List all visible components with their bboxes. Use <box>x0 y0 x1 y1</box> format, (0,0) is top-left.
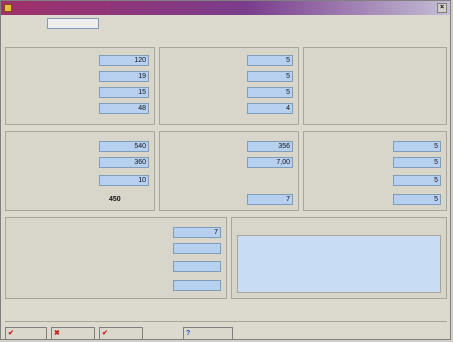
p4-field-3[interactable]: 10 <box>99 175 149 186</box>
observations-textarea[interactable] <box>237 235 441 293</box>
accept-button[interactable]: ✔ <box>99 327 143 340</box>
help-icon: ? <box>186 330 191 337</box>
p7-field-4[interactable] <box>173 280 221 291</box>
p6-field-4[interactable]: 5 <box>393 194 441 205</box>
close-icon[interactable]: × <box>437 3 447 13</box>
p1-field-1[interactable]: 120 <box>99 55 149 66</box>
cross-icon: ✖ <box>54 330 60 337</box>
footer-divider <box>5 321 447 322</box>
title-bar[interactable]: × <box>1 1 450 15</box>
p2-field-3[interactable]: 5 <box>247 87 293 98</box>
p7-field-3[interactable] <box>173 261 221 272</box>
p2-field-4[interactable]: 4 <box>247 103 293 114</box>
p1-field-4[interactable]: 48 <box>99 103 149 114</box>
save-button[interactable]: ✔ <box>5 327 47 340</box>
header-field[interactable] <box>47 18 99 29</box>
p6-field-3[interactable]: 5 <box>393 175 441 186</box>
panel-3 <box>303 47 447 125</box>
p7-field-2[interactable] <box>173 243 221 254</box>
check-icon: ✔ <box>102 330 108 337</box>
editor-window: × 120 19 15 48 5 5 5 4 540 360 10 450 35… <box>0 0 451 340</box>
p2-field-2[interactable]: 5 <box>247 71 293 82</box>
p2-field-1[interactable]: 5 <box>247 55 293 66</box>
app-icon <box>4 4 12 12</box>
p7-field-1[interactable]: 7 <box>173 227 221 238</box>
p1-field-3[interactable]: 15 <box>99 87 149 98</box>
p1-field-2[interactable]: 19 <box>99 71 149 82</box>
p5-field-3[interactable]: 7 <box>247 194 293 205</box>
p4-field-1[interactable]: 540 <box>99 141 149 152</box>
p6-field-2[interactable]: 5 <box>393 157 441 168</box>
p4-value-4: 450 <box>109 196 121 203</box>
p4-field-2[interactable]: 360 <box>99 157 149 168</box>
cancel-button[interactable]: ✖ <box>51 327 95 340</box>
p5-field-1[interactable]: 356 <box>247 141 293 152</box>
p5-field-2[interactable]: 7,00 <box>247 157 293 168</box>
p6-field-1[interactable]: 5 <box>393 141 441 152</box>
help-button[interactable]: ? <box>183 327 233 340</box>
check-icon: ✔ <box>8 330 14 337</box>
